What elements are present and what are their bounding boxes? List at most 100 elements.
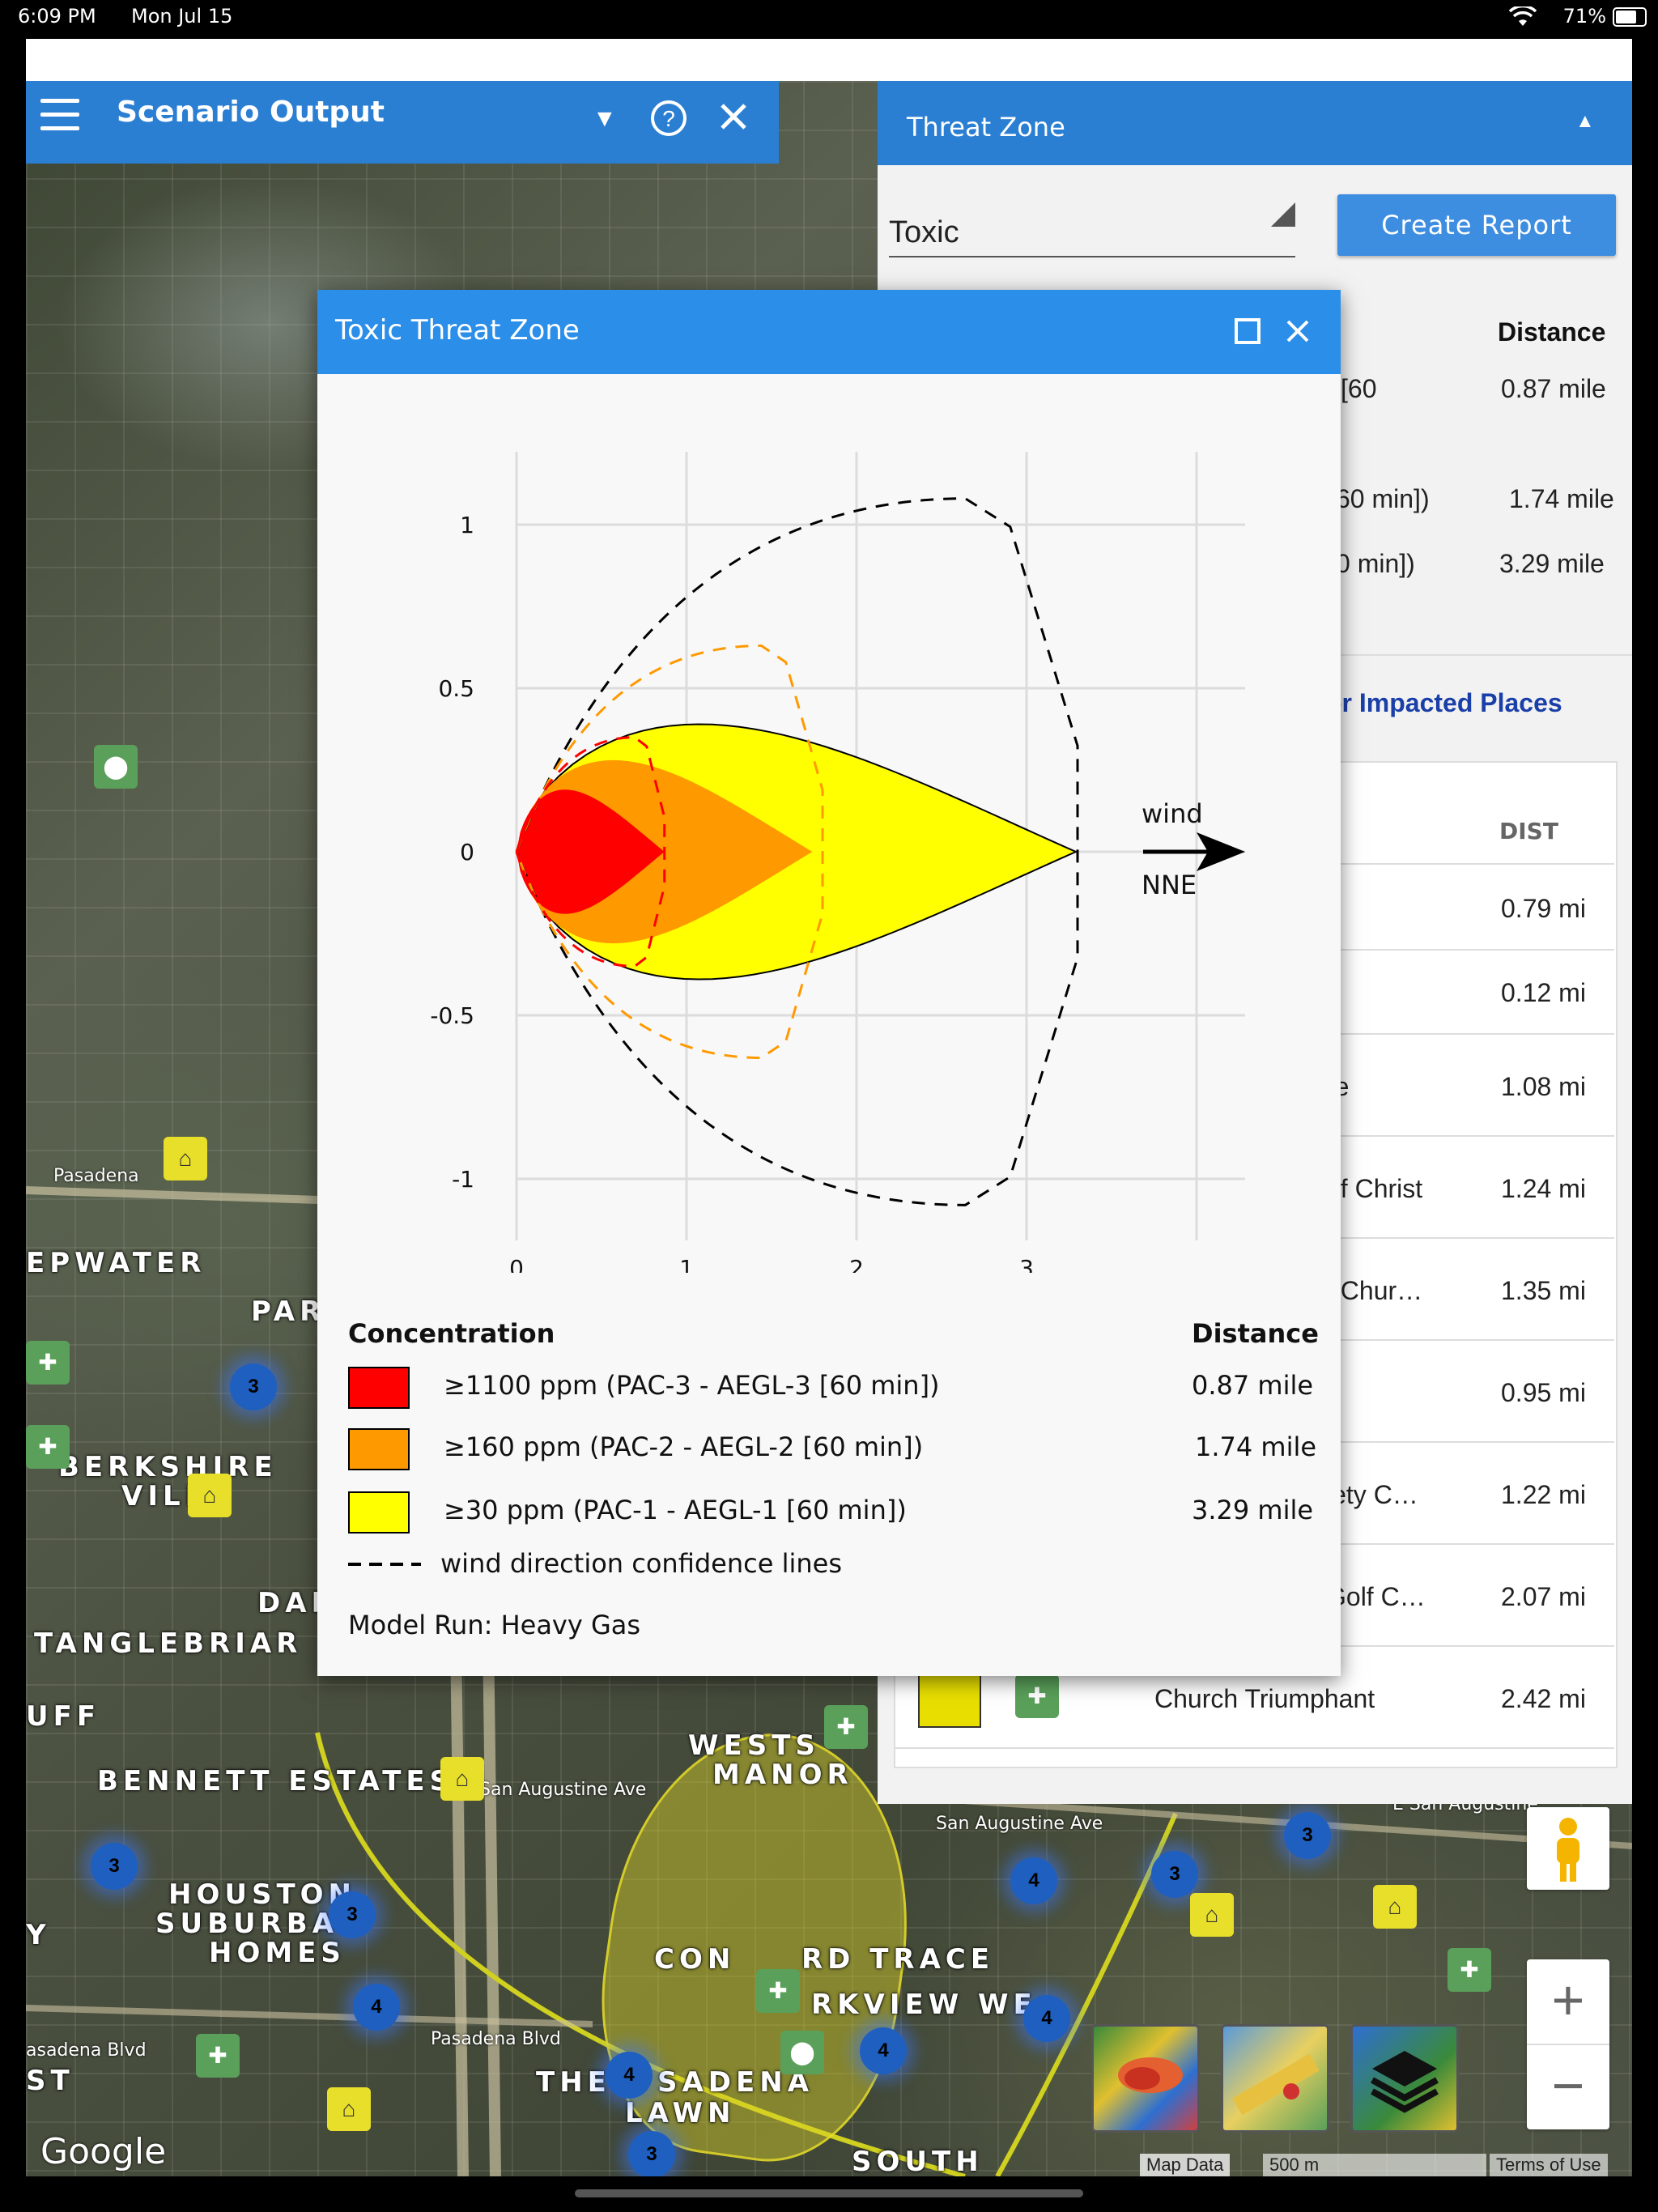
street-view-pegman-icon[interactable]: [1527, 1807, 1609, 1890]
x-tick-label: 3: [1019, 1255, 1034, 1273]
map-label: BERKSHIRE: [58, 1451, 278, 1483]
terms-of-use-link[interactable]: Terms of Use: [1490, 2154, 1608, 2176]
wind-label: wind: [1141, 798, 1203, 829]
church-pin-icon[interactable]: ✚: [1448, 1948, 1491, 1992]
threat-type-value: Toxic: [889, 215, 959, 249]
map-cluster-marker[interactable]: 3: [1151, 1851, 1198, 1898]
measure-tool-icon[interactable]: [1221, 2024, 1329, 2133]
wind-direction-label: NNE: [1141, 870, 1197, 900]
scenario-output-header: Scenario Output ▼ ?: [26, 81, 779, 164]
school-pin-icon[interactable]: ⌂: [164, 1137, 207, 1180]
street-label: Pasadena Blvd: [431, 2029, 561, 2049]
map-label: SOUTH: [852, 2146, 984, 2176]
x-tick-label: 2: [849, 1255, 864, 1273]
impacted-places-link[interactable]: or Impacted Places: [1326, 688, 1562, 718]
map-label: Y: [26, 1919, 51, 1951]
map-cluster-marker[interactable]: 3: [329, 1891, 376, 1938]
threat-row-label: [60: [1341, 374, 1377, 403]
threat-zone-header[interactable]: Threat Zone ▲: [878, 81, 1632, 165]
school-pin-icon[interactable]: ⌂: [1190, 1893, 1234, 1937]
map-scale: 500 m: [1263, 2154, 1486, 2176]
zoom-in-icon[interactable]: +: [1527, 1959, 1609, 2045]
school-pin-icon[interactable]: ⌂: [1373, 1885, 1417, 1929]
dialog-title: Toxic Threat Zone: [335, 314, 580, 347]
location-pin-icon[interactable]: ⬤: [94, 745, 138, 789]
church-pin-icon[interactable]: ✚: [196, 2034, 240, 2078]
x-tick-label: 1: [679, 1255, 694, 1273]
place-dist: 0.95 mi: [1501, 1378, 1586, 1407]
legend-swatch-red: [348, 1367, 410, 1409]
map-label: HOMES: [209, 1937, 346, 1969]
threat-type-select[interactable]: Toxic: [889, 202, 1295, 257]
close-icon[interactable]: [1286, 319, 1310, 347]
place-dist: 1.24 mi: [1501, 1174, 1586, 1203]
wifi-icon: [1508, 4, 1537, 32]
status-bar: 6:09 PM Mon Jul 15 71%: [0, 0, 1658, 39]
map-cluster-marker[interactable]: 4: [353, 1984, 400, 2031]
legend-label: ≥1100 ppm (PAC-3 - AEGL-3 [60 min]): [444, 1370, 940, 1401]
home-indicator[interactable]: [575, 2189, 1083, 2197]
place-dist: 0.79 mi: [1501, 894, 1586, 923]
map-cluster-marker[interactable]: 4: [860, 2027, 907, 2074]
map-cluster-marker[interactable]: 3: [91, 1843, 138, 1890]
church-pin-icon[interactable]: ✚: [26, 1425, 70, 1469]
map-cluster-marker[interactable]: 3: [230, 1363, 277, 1410]
place-name: Golf C…: [1326, 1582, 1426, 1611]
threat-zone-map-icon[interactable]: [1091, 2024, 1200, 2133]
zone-color-swatch: [918, 1671, 981, 1728]
map-label: CON: [654, 1943, 736, 1976]
x-tick-label: 0: [509, 1255, 524, 1273]
y-tick-label: -0.5: [430, 1002, 474, 1029]
y-tick-label: 1: [460, 512, 474, 538]
church-pin-icon[interactable]: ✚: [26, 1341, 70, 1385]
distance-header: Distance: [1498, 317, 1606, 347]
street-label: Pasadena: [53, 1166, 139, 1186]
zoom-control: + −: [1527, 1959, 1609, 2129]
y-tick-label: 0: [460, 839, 474, 866]
threat-row-distance: 0.87 mile: [1501, 374, 1606, 403]
chevron-up-icon[interactable]: ▲: [1575, 110, 1595, 133]
map-label: UFF: [26, 1700, 101, 1733]
map-cluster-marker[interactable]: 4: [606, 2052, 653, 2099]
map-label: TANGLEBRIAR: [34, 1627, 303, 1660]
toxic-threat-zone-dialog: Toxic Threat Zone 012310.50-0.5-1milewin…: [317, 290, 1341, 1676]
close-icon[interactable]: [717, 100, 750, 141]
map-cluster-marker[interactable]: 4: [1010, 1857, 1057, 1904]
legend-distance: 0.87 mile: [1192, 1370, 1314, 1401]
map-label: HOUSTON: [168, 1878, 357, 1911]
threat-row-label: 60 min]): [1336, 484, 1430, 513]
zoom-out-icon[interactable]: −: [1527, 2045, 1609, 2126]
menu-icon[interactable]: [40, 99, 83, 134]
map-cluster-marker[interactable]: 3: [1284, 1812, 1331, 1859]
chevron-down-icon[interactable]: ▼: [593, 105, 617, 133]
legend-swatch-orange: [348, 1428, 410, 1470]
help-icon[interactable]: ?: [649, 99, 688, 146]
maximize-icon[interactable]: [1234, 317, 1261, 349]
map-data-link[interactable]: Map Data: [1140, 2154, 1231, 2176]
legend-swatch-yellow: [348, 1491, 410, 1534]
create-report-button[interactable]: Create Report: [1337, 194, 1616, 256]
church-pin-icon[interactable]: ✚: [824, 1705, 868, 1749]
place-dist: 0.12 mi: [1501, 978, 1586, 1007]
map-label: WESTS: [688, 1729, 820, 1762]
school-pin-icon[interactable]: ⌂: [327, 2087, 371, 2131]
legend-distance: 3.29 mile: [1192, 1495, 1314, 1525]
threat-row-label: 0 min]): [1336, 549, 1415, 578]
concentration-header: Concentration: [348, 1318, 555, 1349]
place-dist: 2.07 mi: [1501, 1582, 1586, 1611]
map-cluster-marker[interactable]: 4: [1023, 1995, 1070, 2042]
location-pin-icon[interactable]: ⬤: [780, 2031, 824, 2074]
church-pin-icon[interactable]: ✚: [756, 1969, 800, 2013]
battery-percent: 71%: [1562, 5, 1606, 28]
dist-column-header[interactable]: DIST: [1499, 818, 1558, 844]
map-layers-icon[interactable]: [1350, 2024, 1459, 2133]
threat-zone-title: Threat Zone: [907, 112, 1065, 143]
school-pin-icon[interactable]: ⌂: [440, 1757, 484, 1801]
dialog-header: Toxic Threat Zone: [317, 290, 1341, 374]
svg-text:?: ?: [662, 106, 675, 131]
street-label: asadena Blvd: [26, 2040, 147, 2061]
map-cluster-marker[interactable]: 3: [628, 2131, 675, 2176]
school-pin-icon[interactable]: ⌂: [188, 1474, 232, 1517]
map-label: SUBURBA: [155, 1908, 339, 1940]
status-time: 6:09 PM: [18, 5, 96, 28]
